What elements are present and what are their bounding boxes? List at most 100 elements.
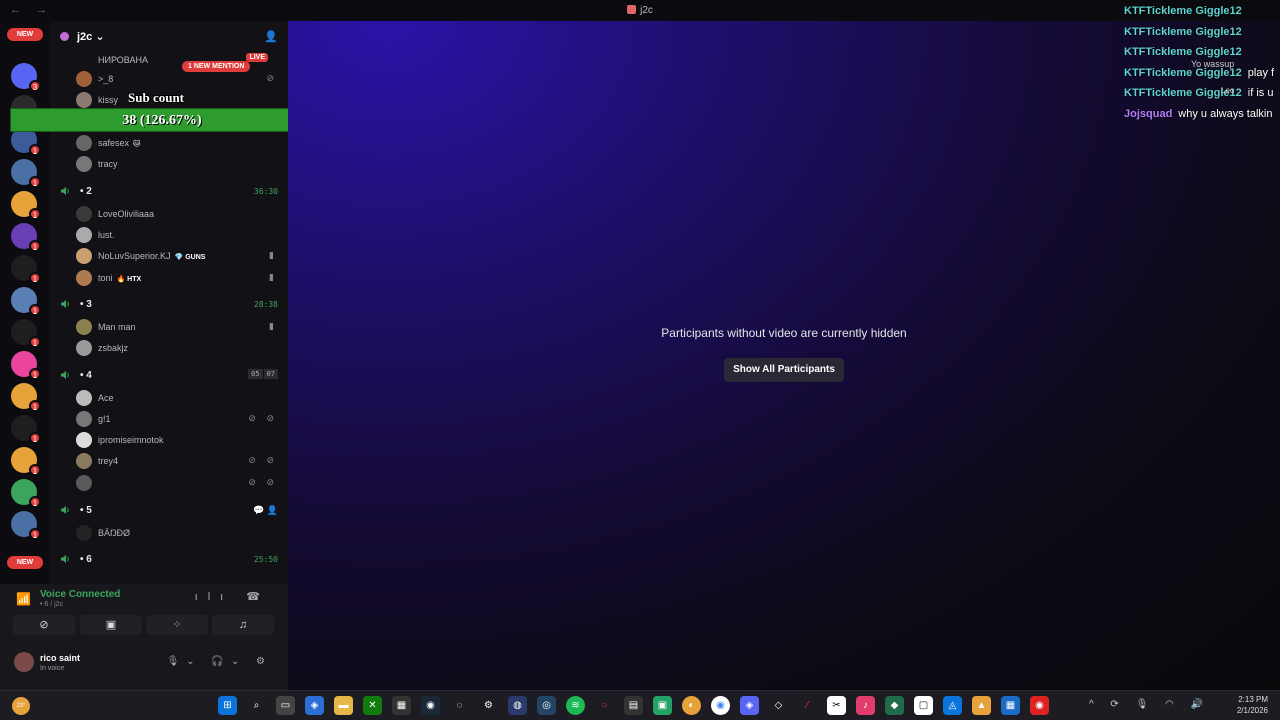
- voice-channel-2[interactable]: • 2 36:30: [58, 183, 280, 201]
- member-item[interactable]: zsbakjz: [76, 339, 280, 357]
- app-icon[interactable]: ▲: [972, 696, 991, 715]
- search-icon[interactable]: ⌕: [247, 696, 266, 715]
- app-icon[interactable]: ◌: [450, 696, 469, 715]
- app-icon[interactable]: ◬: [943, 696, 962, 715]
- xbox-icon[interactable]: ✕: [363, 696, 382, 715]
- guild-header[interactable]: j2c ⌄ 👤: [50, 21, 288, 51]
- server-icon[interactable]: 1: [11, 447, 41, 476]
- member-item[interactable]: ⊘ ⊘: [76, 474, 280, 492]
- show-all-participants-button[interactable]: Show All Participants: [724, 358, 844, 382]
- system-tray[interactable]: ^ ⟳ 🎙 ◠ 🔊: [1089, 699, 1210, 710]
- invite-people-icon[interactable]: 👤: [264, 30, 278, 43]
- server-icon[interactable]: 1: [11, 255, 41, 284]
- connection-signal-icon[interactable]: 📶: [16, 592, 31, 606]
- channel-timer: 25:50: [253, 555, 278, 564]
- server-icon[interactable]: 1: [11, 415, 41, 444]
- app-icon[interactable]: ◇: [769, 696, 788, 715]
- server-icon[interactable]: 1: [11, 479, 41, 508]
- start-icon[interactable]: ⊞: [218, 696, 237, 715]
- server-icon[interactable]: 1: [11, 191, 41, 220]
- voice-channel-path[interactable]: • 6 / j2c: [40, 601, 63, 608]
- camera-off-icon: ⊘: [39, 619, 49, 631]
- floating-message: Leo: [1221, 86, 1235, 95]
- taskbar-apps: ⊞ ⌕ ▭ ◈ ▬ ✕ ▦ ◉ ◌ ⚙ ◍ ◎ ≋ ○ ▤ ▣ ◐ ◉ ◈ ◇ …: [218, 696, 1049, 715]
- participants-hidden-message: Participants without video are currently…: [661, 326, 907, 340]
- noise-and-disconnect-icons[interactable]: ılı ☎: [195, 590, 270, 603]
- server-icon[interactable]: 1: [11, 511, 41, 540]
- avatar[interactable]: [14, 652, 34, 672]
- server-rail: NEW 311111111111111 NEW: [0, 21, 50, 584]
- new-unreads-pill-bottom[interactable]: NEW: [7, 556, 43, 569]
- member-item[interactable]: trey4 ⊘ ⊘: [76, 452, 280, 470]
- member-item[interactable]: g!1 ⊘ ⊘: [76, 410, 280, 428]
- opera-icon[interactable]: ○: [595, 696, 614, 715]
- app-icon[interactable]: ▦: [1001, 696, 1020, 715]
- screen-share-button[interactable]: ▣: [80, 615, 142, 635]
- mic-headset-settings-icons[interactable]: 🎙⌄ 🎧⌄ ⚙: [167, 656, 272, 667]
- soundboard-button[interactable]: ♫: [212, 615, 274, 635]
- weather-widget[interactable]: 23°: [12, 697, 30, 715]
- settings-icon[interactable]: ⚙: [479, 696, 498, 715]
- chat-line: KTFTickleme Giggle12 play f: [1124, 66, 1275, 79]
- steam-icon[interactable]: ◉: [421, 696, 440, 715]
- app-icon[interactable]: ◐: [682, 696, 701, 715]
- member-item[interactable]: ipromiseimnotok: [76, 431, 280, 449]
- member-item[interactable]: Man man ▮: [76, 318, 280, 336]
- app-icon[interactable]: ▣: [653, 696, 672, 715]
- voice-channel-5[interactable]: • 5 💬 👤: [58, 502, 280, 520]
- member-item[interactable]: toni 🔥 HTX ▮: [76, 269, 280, 287]
- voice-channel-4[interactable]: • 4 05 07: [58, 367, 280, 385]
- task-view-icon[interactable]: ▭: [276, 696, 295, 715]
- voice-status[interactable]: Voice Connected: [40, 589, 120, 600]
- voice-channel-3[interactable]: • 3 28:38: [58, 296, 280, 314]
- app-icon[interactable]: ▦: [392, 696, 411, 715]
- server-icon[interactable]: 1: [11, 287, 41, 316]
- member-item[interactable]: tracy: [76, 155, 280, 173]
- app-icon[interactable]: ▢: [914, 696, 933, 715]
- username[interactable]: rico saint: [40, 653, 80, 663]
- file-explorer-icon[interactable]: ▬: [334, 696, 353, 715]
- member-item[interactable]: BÄŊÐØ: [76, 524, 280, 542]
- avatar: [76, 319, 92, 335]
- speaker-icon: [60, 299, 70, 309]
- camera-button[interactable]: ⊘: [13, 615, 75, 635]
- activities-button[interactable]: ⁘: [146, 615, 208, 635]
- spotify-icon[interactable]: ≋: [566, 696, 585, 715]
- member-item[interactable]: lust.: [76, 226, 280, 244]
- sub-count-value: 38 (126.67%): [122, 113, 202, 128]
- discord-icon[interactable]: ◈: [740, 696, 759, 715]
- capcut-icon[interactable]: ✂: [827, 696, 846, 715]
- avatar: [76, 206, 92, 222]
- member-item[interactable]: NoLuvSuperior.KJ 💎 GUNS ▮: [76, 247, 280, 265]
- avatar: [76, 525, 92, 541]
- clock[interactable]: 2:13 PM 2/1/2026: [1237, 694, 1268, 716]
- app-icon[interactable]: ⁄: [798, 696, 817, 715]
- app-icon[interactable]: ◆: [885, 696, 904, 715]
- app-icon[interactable]: ▤: [624, 696, 643, 715]
- server-icon[interactable]: 1: [11, 223, 41, 252]
- member-item[interactable]: >_8 ⊘: [76, 70, 280, 88]
- app-icon[interactable]: ◉: [1030, 696, 1049, 715]
- chat-and-invite-icons[interactable]: 💬 👤: [253, 505, 278, 516]
- server-icon[interactable]: 1: [11, 351, 41, 380]
- tiktok-icon[interactable]: ♪: [856, 696, 875, 715]
- member-item[interactable]: LoveOliviliaaa: [76, 205, 280, 223]
- avatar: [76, 475, 92, 491]
- unread-badge: 1: [29, 400, 41, 412]
- app-icon[interactable]: ◎: [537, 696, 556, 715]
- new-unreads-pill-top[interactable]: NEW: [7, 28, 43, 41]
- server-icon[interactable]: 1: [11, 319, 41, 348]
- copilot-icon[interactable]: ◈: [305, 696, 324, 715]
- chrome-icon[interactable]: ◉: [711, 696, 730, 715]
- server-icon[interactable]: 3: [11, 63, 41, 92]
- time: 2:13 PM: [1238, 695, 1268, 704]
- guild-name: j2c ⌄: [77, 31, 105, 43]
- voice-channel-6[interactable]: • 6 25:50: [58, 551, 280, 569]
- app-icon[interactable]: ◍: [508, 696, 527, 715]
- member-item[interactable]: safesex 🐱: [76, 134, 280, 152]
- server-icon[interactable]: 1: [11, 159, 41, 188]
- unread-badge: 3: [29, 80, 41, 92]
- member-item[interactable]: Ace: [76, 389, 280, 407]
- title-bar: ← → j2c: [0, 0, 1280, 21]
- server-icon[interactable]: 1: [11, 383, 41, 412]
